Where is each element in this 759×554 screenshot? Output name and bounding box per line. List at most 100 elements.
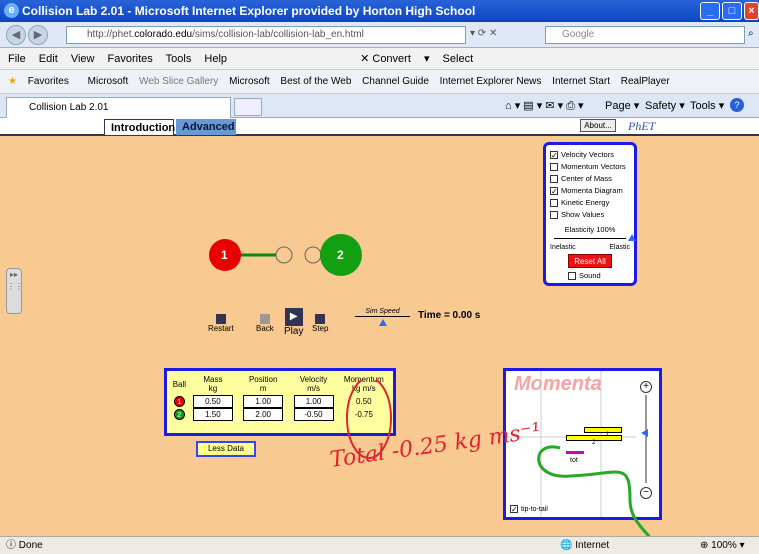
tip-to-tail-toggle[interactable]: ✓ tip-to-tail xyxy=(510,505,548,514)
address-bar-row: ◀ ▶ http://phet.colorado.edu/sims/collis… xyxy=(0,22,759,48)
position-input[interactable]: 1.00 xyxy=(243,395,284,408)
velocity-handle-1[interactable] xyxy=(275,246,293,264)
phet-logo: PhET xyxy=(628,119,656,133)
address-input[interactable]: http://phet.colorado.edu/sims/collision-… xyxy=(66,26,466,44)
step-button[interactable]: Step xyxy=(312,314,328,333)
option-label: Momenta Diagram xyxy=(561,186,623,195)
about-button[interactable]: About... xyxy=(580,119,616,132)
menu-tools[interactable]: Tools xyxy=(166,53,192,65)
elasticity-thumb[interactable] xyxy=(628,234,636,241)
option-item[interactable]: Show Values xyxy=(550,210,630,222)
refresh-icon[interactable]: ▾ ⟳ ✕ xyxy=(470,28,497,39)
option-item[interactable]: ✓ Momenta Diagram xyxy=(550,186,630,198)
ie-logo-icon: e xyxy=(4,3,19,18)
option-item[interactable]: Center of Mass xyxy=(550,174,630,186)
tools-menu[interactable]: Tools ▾ xyxy=(690,99,724,112)
less-data-button[interactable]: Less Data xyxy=(196,441,256,457)
restart-button[interactable]: Restart xyxy=(208,314,234,333)
column-header: Ball xyxy=(172,379,187,389)
favorites-bar: ★ Favorites Microsoft Web Slice Gallery … xyxy=(0,70,759,94)
tab-introduction[interactable]: Introduction xyxy=(104,119,175,135)
fav-link[interactable]: Microsoft xyxy=(229,76,270,87)
minimize-button[interactable]: _ xyxy=(700,2,720,20)
zoom-out-icon[interactable]: − xyxy=(640,487,652,499)
checkbox[interactable] xyxy=(550,163,558,172)
sim-tab-row: Introduction Advanced About... PhET xyxy=(0,118,759,136)
elasticity-slider[interactable] xyxy=(554,234,636,244)
home-icon[interactable]: ⌂ ▾ ▤ ▾ ✉ ▾ ⎙ ▾ xyxy=(505,99,584,113)
ball-marker: 2 xyxy=(173,409,185,420)
drawer-handle[interactable]: ▸▸ ⋮⋮ xyxy=(6,268,23,314)
option-item[interactable]: ✓ Velocity Vectors xyxy=(550,150,630,162)
elasticity-label: Elasticity 100% xyxy=(564,225,616,234)
fav-link[interactable]: Channel Guide xyxy=(362,76,429,87)
checkbox[interactable]: ✓ xyxy=(510,505,518,514)
fav-link[interactable]: Internet Explorer News xyxy=(440,76,542,87)
velocity-input[interactable]: -0.50 xyxy=(293,408,334,421)
search-input[interactable]: Google xyxy=(545,26,745,44)
fav-link[interactable]: Web Slice Gallery xyxy=(139,76,218,87)
elastic-label: Elastic xyxy=(609,244,630,251)
sim-speed-thumb[interactable] xyxy=(379,319,387,326)
convert-button[interactable]: ✕ Convert ▾ xyxy=(360,53,429,65)
play-button[interactable]: ▶ Play xyxy=(284,308,303,337)
time-readout: Time = 0.00 s xyxy=(418,310,481,321)
fav-link[interactable]: RealPlayer xyxy=(621,76,670,87)
ball-marker: 1 xyxy=(173,396,185,407)
fav-link[interactable]: Internet Start xyxy=(552,76,610,87)
new-tab-button[interactable] xyxy=(234,98,262,116)
checkbox[interactable] xyxy=(550,199,558,208)
browser-tab[interactable]: Collision Lab 2.01 xyxy=(6,97,231,118)
menu-view[interactable]: View xyxy=(71,53,95,65)
reset-all-button[interactable]: Reset All xyxy=(568,254,612,268)
window-title: Collision Lab 2.01 - Microsoft Internet … xyxy=(22,4,476,18)
option-item[interactable]: Momentum Vectors xyxy=(550,162,630,174)
mass-input[interactable]: 1.50 xyxy=(192,408,233,421)
checkbox[interactable] xyxy=(550,211,558,220)
velocity-input[interactable]: 1.00 xyxy=(293,395,334,408)
table-row: 1 0.50 1.00 1.00 0.50 xyxy=(171,395,389,408)
momentum-arrow-2-label: 2 xyxy=(592,440,596,446)
fav-link[interactable]: Microsoft xyxy=(88,76,129,87)
inelastic-label: Inelastic xyxy=(550,244,576,251)
velocity-handle-2[interactable] xyxy=(304,246,322,264)
checkbox[interactable]: ✓ xyxy=(550,151,558,160)
menu-favorites[interactable]: Favorites xyxy=(108,53,153,65)
zoom-control[interactable]: ⊕ 100% ▾ xyxy=(700,537,745,554)
status-done: ⓘ Done xyxy=(6,540,43,551)
page-menu[interactable]: Page ▾ xyxy=(605,99,639,112)
safety-menu[interactable]: Safety ▾ xyxy=(645,99,685,112)
checkbox[interactable] xyxy=(568,272,576,281)
total-momentum-arrow xyxy=(566,451,584,454)
maximize-button[interactable]: □ xyxy=(722,2,742,20)
back-icon[interactable]: ◀ xyxy=(6,25,26,45)
window-titlebar: e Collision Lab 2.01 - Microsoft Interne… xyxy=(0,0,759,22)
close-button[interactable]: × xyxy=(744,2,759,20)
sound-toggle[interactable]: Sound xyxy=(568,271,630,281)
favorites-button[interactable]: ★ Favorites xyxy=(8,76,77,87)
option-label: Kinetic Energy xyxy=(561,198,610,207)
checkbox[interactable] xyxy=(550,175,558,184)
zoom-slider-thumb[interactable] xyxy=(641,429,648,437)
help-icon[interactable]: ? xyxy=(730,98,744,112)
menu-file[interactable]: File xyxy=(8,53,26,65)
menu-bar: File Edit View Favorites Tools Help ✕ Co… xyxy=(0,48,759,70)
mass-input[interactable]: 0.50 xyxy=(192,395,233,408)
option-label: Show Values xyxy=(561,210,605,219)
menu-edit[interactable]: Edit xyxy=(39,53,58,65)
menu-help[interactable]: Help xyxy=(204,53,227,65)
forward-icon[interactable]: ▶ xyxy=(28,25,48,45)
back-button[interactable]: Back xyxy=(256,314,274,333)
column-header: Momentum kg m/s xyxy=(343,375,384,393)
checkbox[interactable]: ✓ xyxy=(550,187,558,196)
sim-speed-slider[interactable]: Sim Speed xyxy=(355,308,410,328)
option-item[interactable]: Kinetic Energy xyxy=(550,198,630,210)
column-header: Mass kg xyxy=(203,375,223,393)
fav-link[interactable]: Best of the Web xyxy=(280,76,351,87)
select-button[interactable]: Select xyxy=(443,53,474,65)
search-icon[interactable]: ⌕ xyxy=(748,28,754,39)
position-input[interactable]: 2.00 xyxy=(243,408,284,421)
tab-advanced[interactable]: Advanced xyxy=(176,119,236,135)
momentum-arrow-1[interactable] xyxy=(584,427,622,433)
zoom-in-icon[interactable]: + xyxy=(640,381,652,393)
